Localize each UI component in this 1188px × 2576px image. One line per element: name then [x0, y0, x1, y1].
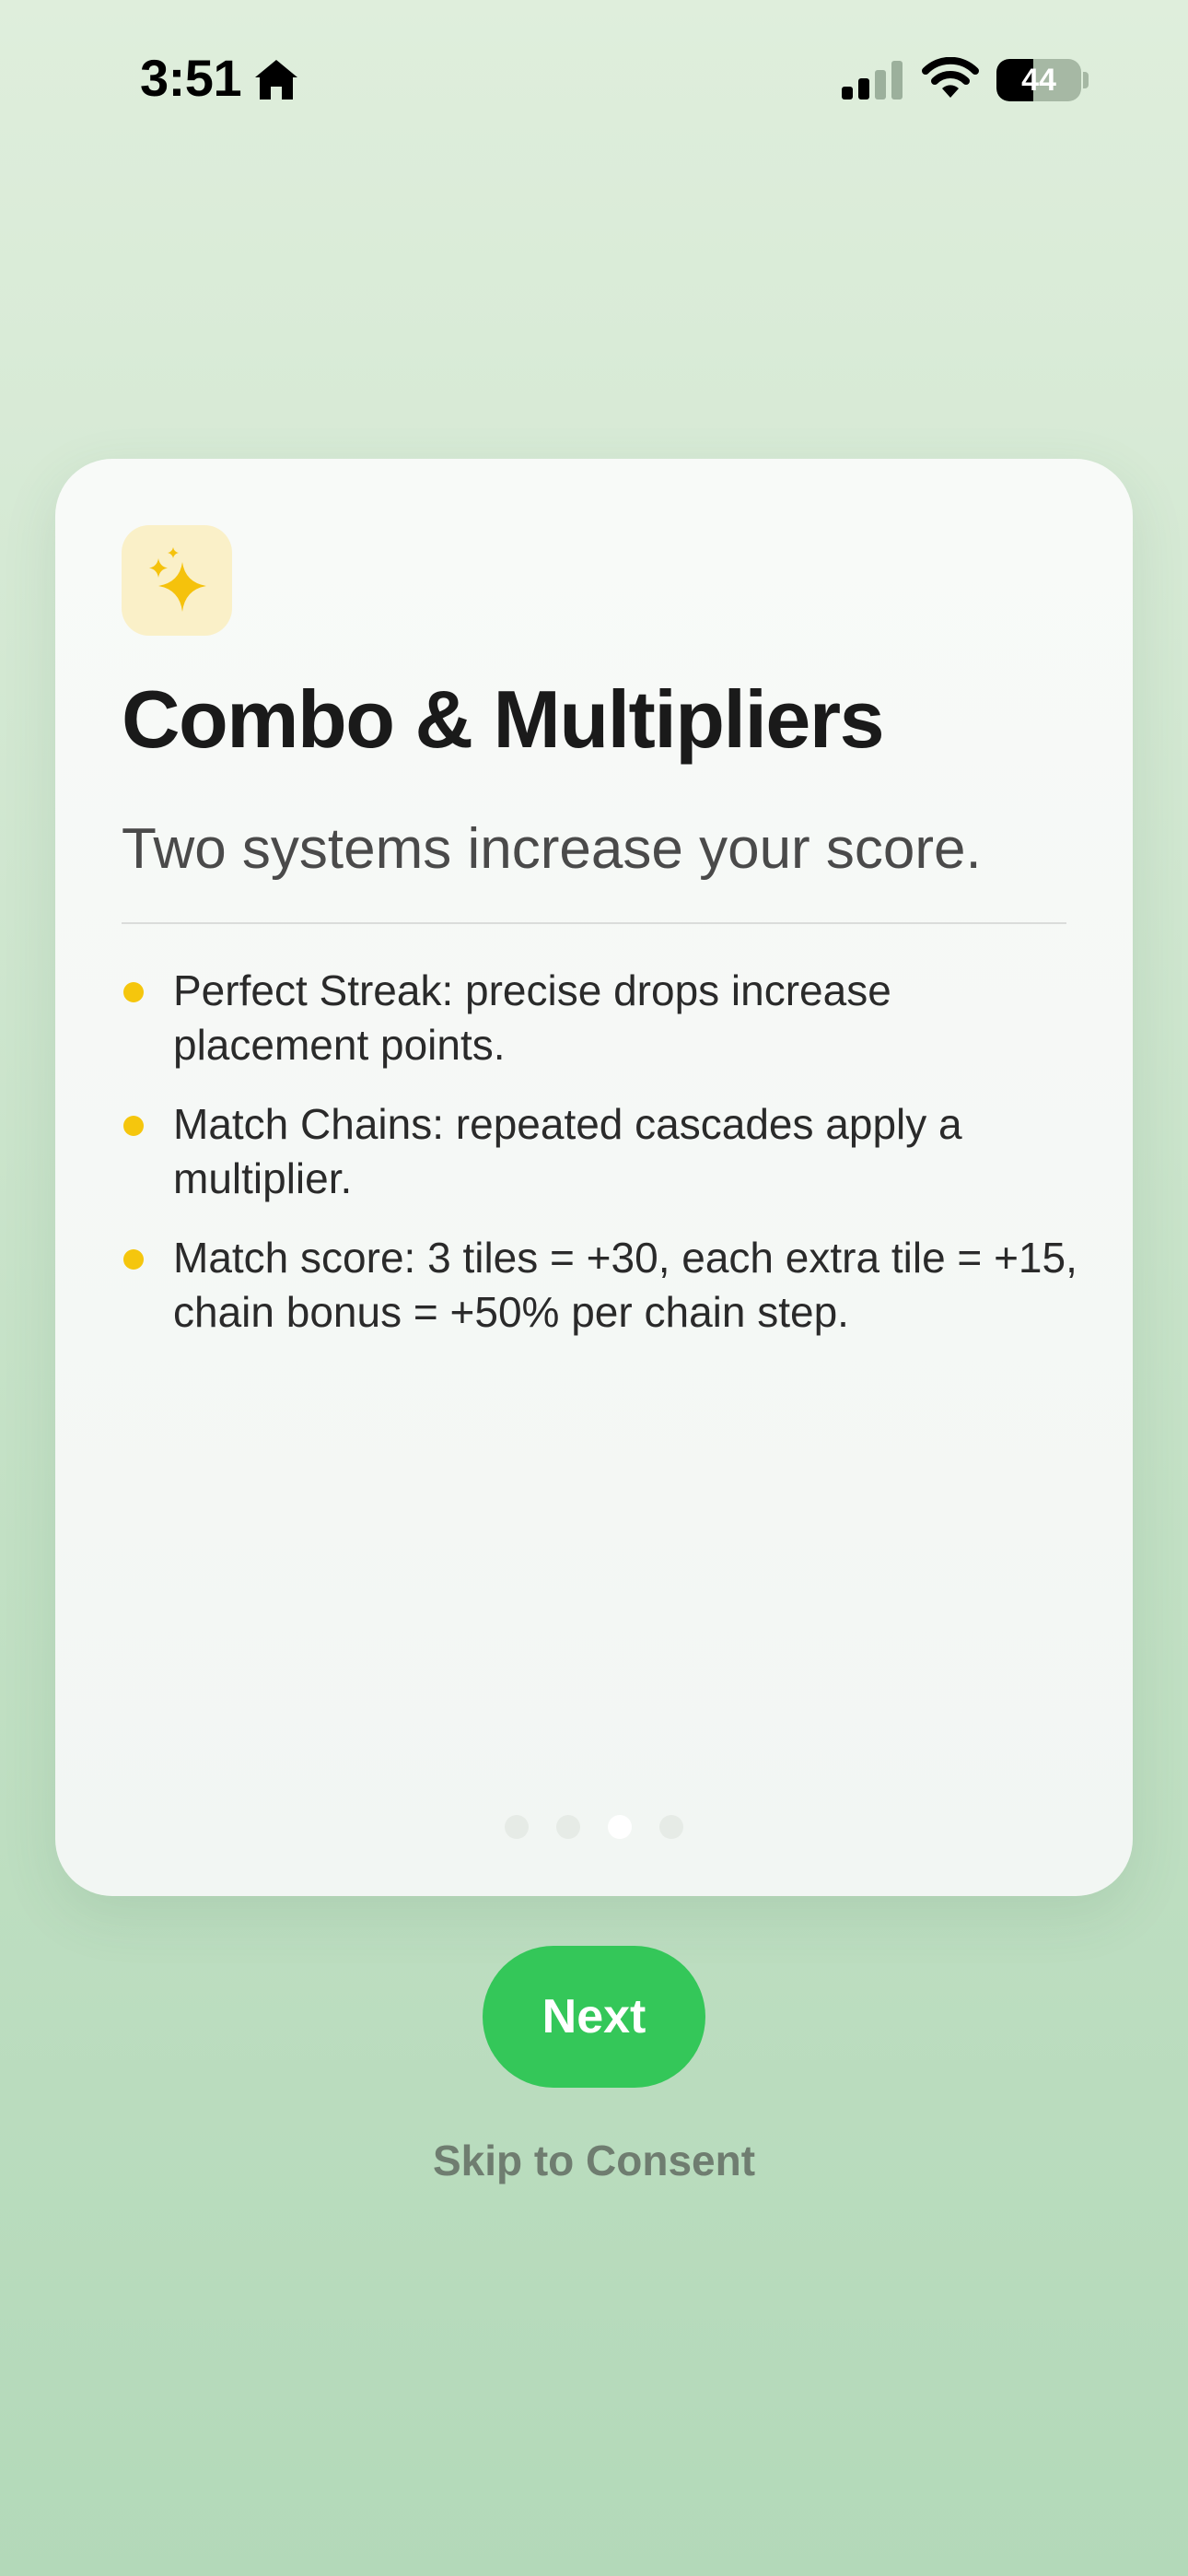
- wifi-icon: [922, 57, 979, 98]
- card-title: Combo & Multipliers: [122, 673, 885, 765]
- status-bar: 3:51 44: [0, 0, 1188, 157]
- home-icon: [255, 60, 297, 100]
- page-dot-3-current[interactable]: [608, 1815, 632, 1839]
- battery-icon: 44: [996, 59, 1081, 101]
- page-dot-2[interactable]: [556, 1815, 580, 1839]
- next-button[interactable]: Next: [483, 1946, 705, 2088]
- sparkles-icon: [149, 547, 206, 612]
- list-item: Match Chains: repeated cascades apply a …: [122, 1097, 1079, 1206]
- bullet-dot: [123, 1116, 144, 1136]
- bullet-dot: [123, 982, 144, 1002]
- skip-to-consent-link[interactable]: Skip to Consent: [0, 2136, 1188, 2185]
- battery-nub: [1083, 72, 1089, 88]
- list-item: Perfect Streak: precise drops increase p…: [122, 964, 1079, 1072]
- list-item: Match score: 3 tiles = +30, each extra t…: [122, 1231, 1079, 1340]
- card-icon-tile: [122, 525, 232, 636]
- card-divider: [122, 922, 1066, 924]
- onboarding-card[interactable]: Combo & Multipliers Two systems increase…: [55, 459, 1133, 1896]
- list-item-text: Perfect Streak: precise drops increase p…: [173, 966, 891, 1069]
- battery-level: 44: [1021, 63, 1056, 98]
- cellular-signal-icon: [842, 61, 903, 100]
- list-item-text: Match score: 3 tiles = +30, each extra t…: [173, 1234, 1077, 1336]
- card-subtitle: Two systems increase your score.: [122, 817, 982, 881]
- list-item-text: Match Chains: repeated cascades apply a …: [173, 1100, 962, 1202]
- page-dot-4[interactable]: [659, 1815, 683, 1839]
- page-indicator[interactable]: [55, 1815, 1133, 1841]
- bullet-dot: [123, 1249, 144, 1270]
- feature-list: Perfect Streak: precise drops increase p…: [122, 964, 1079, 1364]
- status-time: 3:51: [140, 49, 242, 107]
- page-dot-1[interactable]: [505, 1815, 529, 1839]
